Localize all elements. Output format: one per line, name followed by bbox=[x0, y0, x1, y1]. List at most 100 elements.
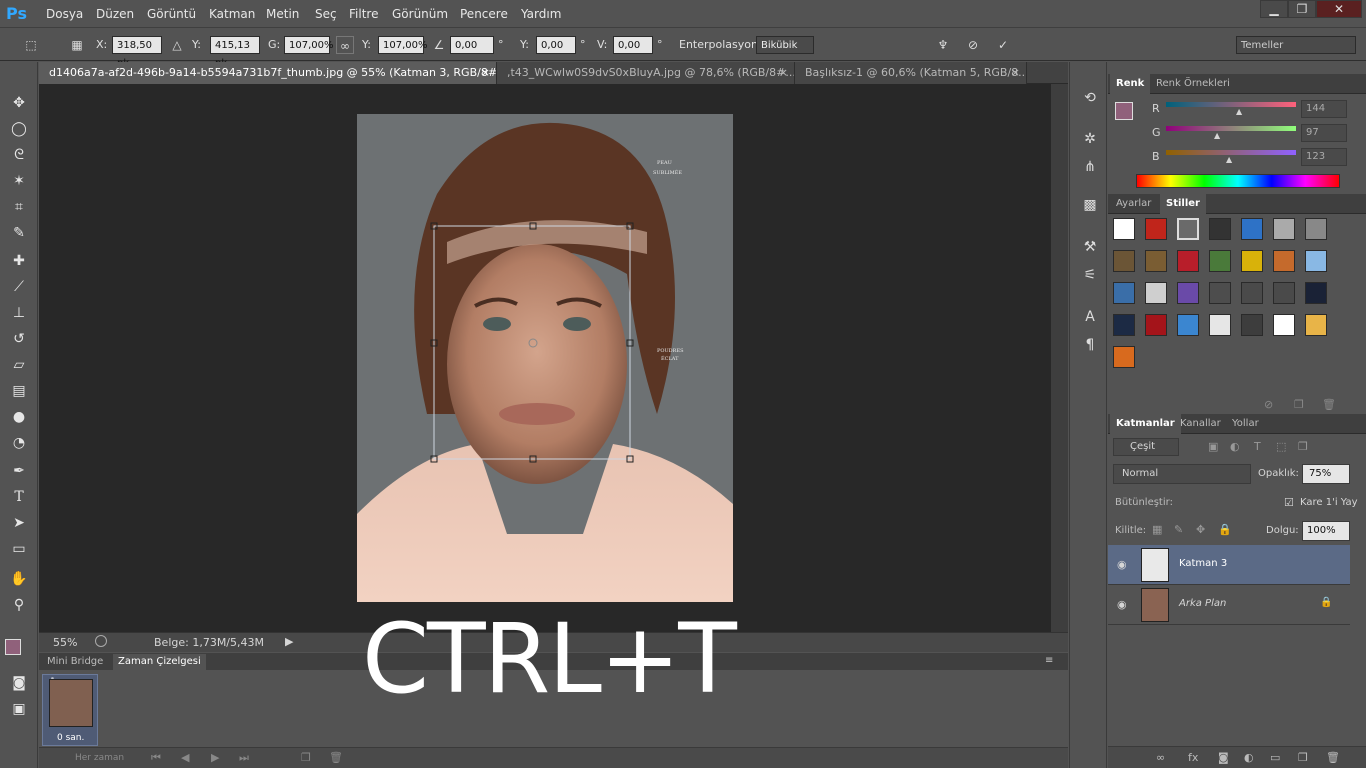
color-foreground-swatch[interactable] bbox=[1115, 102, 1133, 120]
loop-select[interactable]: Her zaman bbox=[75, 753, 124, 763]
style-swatch[interactable] bbox=[1113, 250, 1135, 272]
filter-pixel-icon[interactable]: ▣ bbox=[1208, 440, 1218, 453]
style-swatch[interactable] bbox=[1209, 250, 1231, 272]
style-swatch[interactable] bbox=[1145, 218, 1167, 240]
style-swatch[interactable] bbox=[1145, 250, 1167, 272]
style-swatch[interactable] bbox=[1273, 250, 1295, 272]
layer-mask-icon[interactable]: ◙ bbox=[1218, 751, 1229, 764]
filter-adjustment-icon[interactable]: ◐ bbox=[1230, 440, 1240, 453]
path-select-icon[interactable]: ➤ bbox=[7, 512, 31, 534]
menu-type[interactable]: Metin bbox=[266, 0, 299, 28]
filter-smart-icon[interactable]: ❐ bbox=[1298, 440, 1308, 453]
eyedropper-icon[interactable]: ✎ bbox=[7, 222, 31, 244]
quick-mask-icon[interactable]: ◙ bbox=[7, 672, 31, 694]
character-icon[interactable]: A bbox=[1079, 306, 1101, 328]
gradient-tool-icon[interactable]: ▤ bbox=[7, 380, 31, 402]
layer-filter-select[interactable]: Çeşit bbox=[1113, 438, 1179, 456]
lock-all-icon[interactable]: 🔒 bbox=[1218, 523, 1232, 536]
g-slider-thumb-icon[interactable]: ▲ bbox=[1214, 131, 1220, 140]
close-icon[interactable]: × bbox=[779, 62, 788, 84]
style-none-swatch[interactable] bbox=[1113, 218, 1135, 240]
opacity-field[interactable]: 75% bbox=[1302, 464, 1350, 484]
style-swatch[interactable] bbox=[1177, 314, 1199, 336]
adjustment-layer-icon[interactable]: ◐ bbox=[1244, 751, 1254, 764]
restore-button[interactable]: ❐ bbox=[1288, 0, 1316, 18]
style-swatch[interactable] bbox=[1305, 314, 1327, 336]
filter-shape-icon[interactable]: ⬚ bbox=[1276, 440, 1286, 453]
play-icon[interactable]: ▶ bbox=[211, 751, 219, 764]
first-frame-icon[interactable]: ⏮ bbox=[151, 751, 161, 765]
screen-mode-icon[interactable]: ▣ bbox=[7, 698, 31, 720]
style-swatch[interactable] bbox=[1177, 218, 1199, 240]
style-swatch[interactable] bbox=[1305, 282, 1327, 304]
lock-transparent-icon[interactable]: ▦ bbox=[1152, 523, 1162, 536]
blend-mode-select[interactable]: Normal bbox=[1113, 464, 1251, 484]
menu-filter[interactable]: Filtre bbox=[349, 0, 378, 28]
style-swatch[interactable] bbox=[1305, 218, 1327, 240]
layer-style-icon[interactable]: fx bbox=[1188, 751, 1198, 764]
menu-view[interactable]: Görünüm bbox=[392, 0, 448, 28]
vertical-scrollbar[interactable] bbox=[1051, 84, 1068, 632]
y-field[interactable]: 415,13 pk bbox=[210, 36, 260, 69]
tab-timeline[interactable]: Zaman Çizelgesi bbox=[113, 654, 206, 670]
history-brush-icon[interactable]: ↺ bbox=[7, 328, 31, 350]
style-swatch[interactable] bbox=[1113, 314, 1135, 336]
move-tool-icon[interactable]: ✥ bbox=[7, 92, 31, 114]
new-layer-icon[interactable]: ❐ bbox=[1298, 751, 1308, 764]
menu-edit[interactable]: Düzen bbox=[96, 0, 134, 28]
tab-channels[interactable]: Kanallar bbox=[1174, 414, 1227, 434]
brush-tool-icon[interactable]: ⟋ bbox=[7, 276, 31, 298]
new-style-icon[interactable]: ❐ bbox=[1294, 398, 1304, 411]
x-field[interactable]: 318,50 pk bbox=[112, 36, 162, 69]
pen-tool-icon[interactable]: ✒ bbox=[7, 460, 31, 482]
warp-icon[interactable]: ♆ bbox=[934, 36, 952, 54]
tab-adjustments[interactable]: Ayarlar bbox=[1110, 194, 1157, 214]
transform-tool-icon[interactable]: ⬚ bbox=[22, 36, 40, 54]
link-icon[interactable]: ∞ bbox=[336, 36, 354, 54]
minimize-button[interactable]: ▁ bbox=[1260, 0, 1288, 18]
stamp-tool-icon[interactable]: ⊥ bbox=[7, 302, 31, 324]
style-swatch[interactable] bbox=[1177, 282, 1199, 304]
style-swatch[interactable] bbox=[1241, 282, 1263, 304]
tab-paths[interactable]: Yollar bbox=[1226, 414, 1265, 434]
lock-pixels-icon[interactable]: ✎ bbox=[1174, 523, 1183, 536]
style-swatch[interactable] bbox=[1145, 314, 1167, 336]
workspace-select[interactable]: Temeller bbox=[1236, 36, 1356, 54]
reference-point-icon[interactable]: ▦ bbox=[68, 36, 86, 54]
g-slider[interactable] bbox=[1166, 126, 1296, 131]
width-field[interactable]: 107,00% bbox=[284, 36, 334, 54]
status-menu-arrow-icon[interactable]: ▶ bbox=[285, 635, 293, 648]
interpolation-select[interactable]: Bikübik bbox=[756, 36, 814, 54]
panel-menu-icon[interactable]: ≡ bbox=[1045, 655, 1053, 666]
status-icon[interactable] bbox=[95, 635, 107, 647]
crop-tool-icon[interactable]: ⌗ bbox=[7, 196, 31, 218]
timeline-frame[interactable]: 1 0 san. bbox=[42, 674, 98, 746]
clear-style-icon[interactable]: ⊘ bbox=[1264, 398, 1273, 411]
hand-tool-icon[interactable]: ✋ bbox=[7, 568, 31, 590]
menu-window[interactable]: Pencere bbox=[460, 0, 508, 28]
style-none-swatch[interactable] bbox=[1273, 314, 1295, 336]
document-canvas[interactable]: PEAU SUBLIMÉE POUDRES ÉCLAT bbox=[357, 114, 733, 602]
style-swatch[interactable] bbox=[1209, 282, 1231, 304]
delete-style-icon[interactable]: 🗑 bbox=[1322, 398, 1336, 411]
menu-image[interactable]: Görüntü bbox=[147, 0, 196, 28]
new-frame-icon[interactable]: ❐ bbox=[301, 751, 311, 764]
style-swatch[interactable] bbox=[1113, 282, 1135, 304]
commit-transform-icon[interactable]: ✓ bbox=[994, 36, 1012, 54]
zoom-level[interactable]: 55% bbox=[53, 636, 77, 649]
lock-position-icon[interactable]: ✥ bbox=[1196, 523, 1205, 536]
filter-type-icon[interactable]: T bbox=[1254, 440, 1261, 453]
tool-presets-icon[interactable]: ⚒ bbox=[1079, 236, 1101, 258]
style-swatch[interactable] bbox=[1305, 250, 1327, 272]
new-group-icon[interactable]: ▭ bbox=[1270, 751, 1280, 764]
style-swatch[interactable] bbox=[1145, 282, 1167, 304]
menu-layer[interactable]: Katman bbox=[209, 0, 255, 28]
tab-document-3[interactable]: Başlıksız-1 @ 60,6% (Katman 5, RGB/8... × bbox=[795, 62, 1027, 84]
healing-brush-icon[interactable]: ✚ bbox=[7, 250, 31, 272]
style-swatch[interactable] bbox=[1273, 282, 1295, 304]
delete-layer-icon[interactable]: 🗑 bbox=[1326, 751, 1340, 764]
frame-delay[interactable]: 0 san. bbox=[57, 733, 84, 743]
close-icon[interactable]: × bbox=[1011, 62, 1020, 84]
color-spectrum-bar[interactable] bbox=[1136, 174, 1340, 188]
prev-frame-icon[interactable]: ◀ bbox=[181, 751, 189, 764]
